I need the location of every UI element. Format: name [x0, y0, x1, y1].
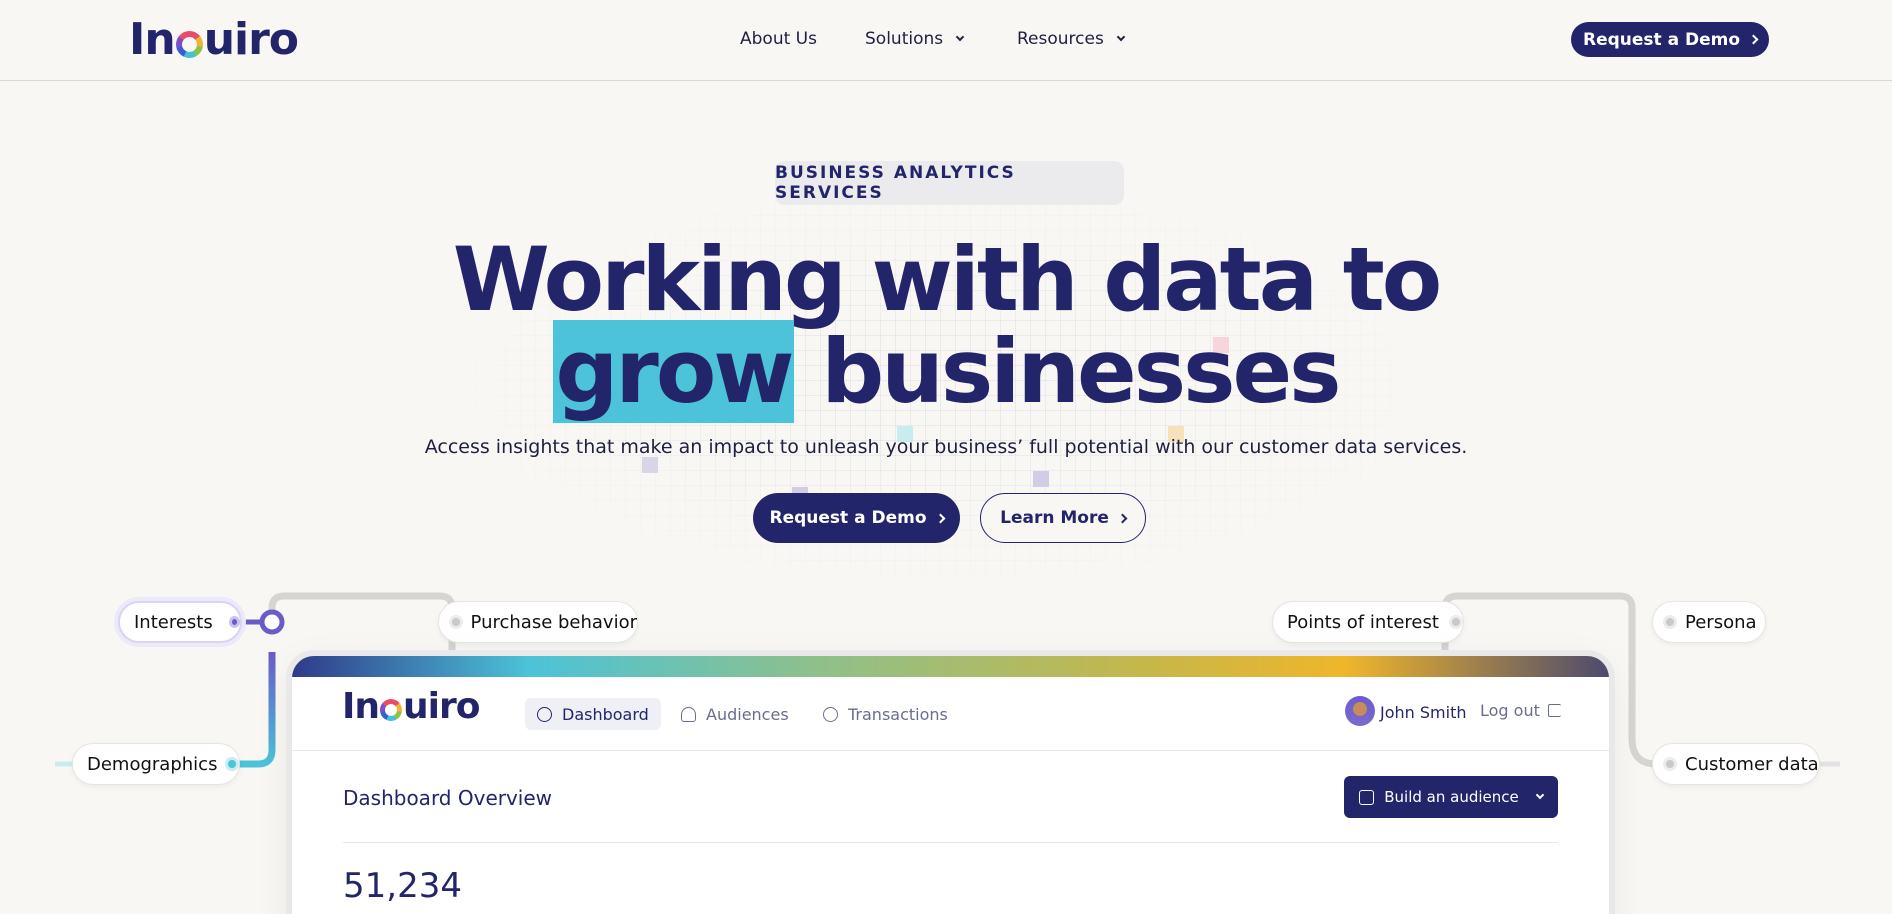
- interests-dot-icon: [228, 616, 240, 628]
- nav-solutions[interactable]: Solutions: [865, 29, 965, 49]
- header-request-demo-button[interactable]: Request a Demo: [1571, 22, 1769, 57]
- site-header: In uiro About Us Solutions Resources Requ…: [0, 0, 1892, 81]
- metric-value: 51,234: [343, 866, 462, 906]
- tag-demographics-label: Demographics: [87, 753, 218, 775]
- avatar[interactable]: [1345, 696, 1375, 726]
- pie-chart-icon: [537, 706, 552, 722]
- chevron-right-icon: [935, 513, 945, 523]
- persona-dot-icon: [1663, 615, 1677, 629]
- hero-request-demo-button[interactable]: Request a Demo: [753, 493, 960, 543]
- tab-audiences-label: Audiences: [706, 704, 789, 724]
- tab-audiences[interactable]: Audiences: [681, 698, 789, 730]
- logout-label: Log out: [1480, 701, 1540, 720]
- nav-solutions-label: Solutions: [865, 29, 944, 49]
- dashboard-gradient-bar: [292, 656, 1609, 677]
- tag-interests: Interests: [118, 601, 242, 643]
- hero-subtitle: Access insights that make an impact to u…: [424, 436, 1468, 458]
- dashboard-overview-title: Dashboard Overview: [343, 786, 553, 810]
- hero-title-rest: businesses: [793, 320, 1341, 423]
- audience-icon: [1359, 789, 1375, 805]
- chevron-down-icon: [1535, 790, 1544, 800]
- clock-icon: [823, 706, 838, 722]
- tab-transactions[interactable]: Transactions: [823, 698, 948, 730]
- overview-divider: [343, 842, 1558, 843]
- chevron-down-icon: [1116, 32, 1126, 42]
- tag-points-of-interest: Points of interest: [1272, 601, 1464, 643]
- logout-link[interactable]: Log out: [1480, 701, 1561, 720]
- decor-square: [642, 457, 658, 473]
- chevron-down-icon: [955, 32, 965, 42]
- logo-text-end: uiro: [203, 13, 299, 65]
- tag-persona-label: Persona: [1685, 611, 1757, 633]
- tab-dashboard-label: Dashboard: [562, 704, 649, 724]
- build-audience-button[interactable]: Build an audience: [1344, 776, 1558, 818]
- tag-interests-label: Interests: [134, 611, 213, 633]
- tag-demographics: Demographics: [72, 743, 240, 785]
- hero-cta-label: Request a Demo: [769, 508, 927, 528]
- dashboard-logo-start: In: [342, 685, 380, 727]
- hero-title-line-2: grow businesses: [0, 320, 1892, 423]
- hero-learn-more-button[interactable]: Learn More: [980, 493, 1146, 543]
- dashboard-logo[interactable]: In uiro: [342, 685, 481, 727]
- hero-title-highlight: grow: [553, 320, 795, 423]
- dashboard-logo-end: uiro: [403, 685, 480, 727]
- users-icon: [681, 706, 696, 722]
- dashboard-nav-divider: [292, 750, 1609, 751]
- nav-resources[interactable]: Resources: [1017, 29, 1126, 49]
- dashboard-preview: In uiro Dashboard Audiences Transactions …: [292, 656, 1609, 914]
- tag-points-label: Points of interest: [1287, 611, 1439, 633]
- tag-customer-label: Customer data: [1685, 753, 1819, 775]
- points-dot-icon: [1448, 615, 1463, 629]
- tag-persona: Persona: [1652, 601, 1766, 643]
- build-audience-label: Build an audience: [1384, 788, 1519, 806]
- logo-text-start: In: [129, 13, 176, 65]
- demographics-dot-icon: [225, 757, 239, 771]
- logout-icon: [1547, 704, 1561, 717]
- chevron-right-icon: [1117, 513, 1128, 523]
- logo-magnifier-icon: [380, 699, 403, 721]
- learn-more-label: Learn More: [1000, 508, 1109, 528]
- nav-about-label: About Us: [740, 29, 817, 49]
- tag-purchase-behavior: Purchase behavior: [438, 601, 638, 643]
- inquiro-logo[interactable]: In uiro: [129, 13, 299, 65]
- customer-dot-icon: [1663, 757, 1677, 771]
- tag-purchase-label: Purchase behavior: [470, 611, 637, 633]
- chevron-right-icon: [1748, 34, 1759, 45]
- nav-about-us[interactable]: About Us: [740, 29, 817, 49]
- purchase-dot-icon: [449, 615, 463, 629]
- user-name: John Smith: [1380, 703, 1467, 722]
- tab-transactions-label: Transactions: [848, 704, 948, 724]
- tag-customer-data: Customer data: [1652, 743, 1820, 785]
- tab-dashboard[interactable]: Dashboard: [525, 698, 661, 730]
- hero-title-line-1: Working with data to: [452, 228, 1443, 331]
- decor-square: [1033, 471, 1049, 487]
- logo-magnifier-icon: [175, 30, 203, 58]
- hero-badge: BUSINESS ANALYTICS SERVICES: [775, 161, 1124, 205]
- nav-resources-label: Resources: [1017, 29, 1104, 49]
- header-cta-label: Request a Demo: [1582, 29, 1740, 50]
